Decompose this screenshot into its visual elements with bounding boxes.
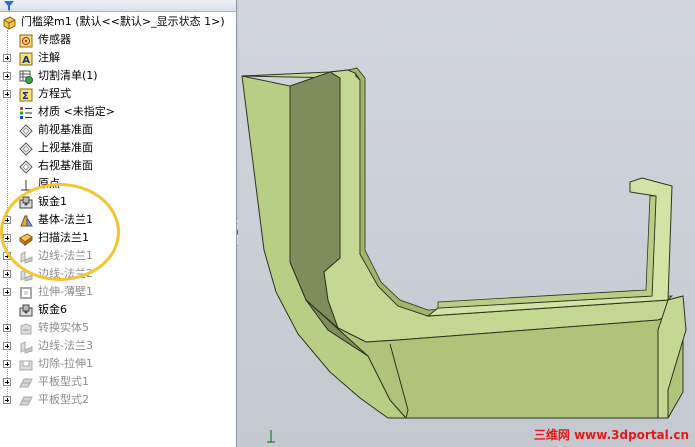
edge-flange-icon — [18, 339, 33, 354]
sensor-icon — [18, 33, 33, 48]
expand-toggle-icon[interactable] — [3, 216, 11, 224]
tree-root-part[interactable]: 门槛梁m1 (默认<<默认>_显示状态 1>) — [0, 13, 236, 31]
tree-item-label: 边线-法兰1 — [38, 249, 93, 262]
origin-icon — [18, 177, 33, 192]
svg-text:A: A — [22, 55, 30, 66]
tree-item-label: 切割清单(1) — [38, 69, 98, 82]
tree-item[interactable]: 平板型式1 — [0, 373, 236, 391]
equation-icon: Σ — [18, 87, 33, 102]
tree-item-label: 拉伸-薄壁1 — [38, 285, 93, 298]
flat-pattern-icon — [18, 393, 33, 408]
expand-toggle-icon[interactable] — [3, 342, 11, 350]
sheet-metal-model[interactable] — [238, 0, 695, 447]
expand-toggle-icon[interactable] — [3, 378, 11, 386]
tree-item-label: 基体-法兰1 — [38, 213, 93, 226]
tree-item[interactable]: 切除-拉伸1 — [0, 355, 236, 373]
expand-toggle-icon[interactable] — [3, 396, 11, 404]
tree-item-label: 切除-拉伸1 — [38, 357, 93, 370]
filter-icon[interactable] — [4, 1, 14, 11]
tree-item-label: 边线-法兰3 — [38, 339, 93, 352]
expand-toggle-icon[interactable] — [3, 72, 11, 80]
base-flange-icon — [18, 213, 33, 228]
tree-item[interactable]: 拉伸-薄壁1 — [0, 283, 236, 301]
feature-manager-tree: 门槛梁m1 (默认<<默认>_显示状态 1>) 传感器 A 注解切割清单(1) Σ 方程… — [0, 0, 237, 447]
tree-item[interactable]: 边线-法兰2 — [0, 265, 236, 283]
expand-toggle-icon[interactable] — [3, 90, 11, 98]
tree-item-label: 平板型式2 — [38, 393, 89, 406]
tree-item-label: 注解 — [38, 51, 60, 64]
tree-item-label: 材质 <未指定> — [38, 105, 115, 118]
cut-list-icon — [18, 69, 33, 84]
tree-item[interactable]: 右视基准面 — [0, 157, 236, 175]
tree-toolbar — [0, 0, 236, 12]
tree-item[interactable]: 扫描法兰1 — [0, 229, 236, 247]
tree-item-label: 转换实体5 — [38, 321, 89, 334]
tree-item[interactable]: 边线-法兰3 — [0, 337, 236, 355]
sheet-metal-icon — [18, 303, 33, 318]
tree-item[interactable]: 钣金1 — [0, 193, 236, 211]
expand-toggle-icon[interactable] — [3, 54, 11, 62]
tree-item[interactable]: 基体-法兰1 — [0, 211, 236, 229]
expand-toggle-icon[interactable] — [3, 324, 11, 332]
extrude-thin-icon — [18, 285, 33, 300]
tree-item-label: 平板型式1 — [38, 375, 89, 388]
tree-item[interactable]: 切割清单(1) — [0, 67, 236, 85]
sheet-metal-icon — [18, 195, 33, 210]
swept-flange-icon — [18, 231, 33, 246]
tree-item-label: 钣金6 — [38, 303, 67, 316]
tree-list: 门槛梁m1 (默认<<默认>_显示状态 1>) 传感器 A 注解切割清单(1) Σ 方程… — [0, 13, 236, 409]
tree-item[interactable]: 原点 — [0, 175, 236, 193]
tree-item-label: 右视基准面 — [38, 159, 93, 172]
expand-toggle-icon[interactable] — [3, 360, 11, 368]
tree-item[interactable]: 钣金6 — [0, 301, 236, 319]
graphics-viewport[interactable]: 三维网 www.3dportal.cn — [238, 0, 695, 447]
edge-flange-icon — [18, 249, 33, 264]
plane-icon — [18, 141, 33, 156]
expand-toggle-icon[interactable] — [3, 270, 11, 278]
part-icon — [2, 15, 17, 30]
convert-entities-icon — [18, 321, 33, 336]
expand-toggle-icon[interactable] — [3, 234, 11, 242]
tree-item[interactable]: A 注解 — [0, 49, 236, 67]
tree-item-label: 传感器 — [38, 33, 71, 46]
tree-item[interactable]: 转换实体5 — [0, 319, 236, 337]
tree-item[interactable]: 边线-法兰1 — [0, 247, 236, 265]
axis-triad-icon — [267, 430, 275, 443]
svg-text:Σ: Σ — [22, 91, 29, 102]
edge-flange-icon — [18, 267, 33, 282]
tree-item[interactable]: 平板型式2 — [0, 391, 236, 409]
plane-icon — [18, 159, 33, 174]
tree-item-label: 边线-法兰2 — [38, 267, 93, 280]
tree-item-label: 上视基准面 — [38, 141, 93, 154]
cut-extrude-icon — [18, 357, 33, 372]
watermark: 三维网 www.3dportal.cn — [533, 428, 689, 442]
tree-item[interactable]: 传感器 — [0, 31, 236, 49]
tree-item-label: 原点 — [38, 177, 60, 190]
tree-item[interactable]: 前视基准面 — [0, 121, 236, 139]
tree-item-label: 钣金1 — [38, 195, 67, 208]
tree-item-label: 扫描法兰1 — [38, 231, 89, 244]
tree-item[interactable]: Σ 方程式 — [0, 85, 236, 103]
tree-item-label: 方程式 — [38, 87, 71, 100]
material-icon — [18, 105, 33, 120]
plane-icon — [18, 123, 33, 138]
annotation-icon: A — [18, 51, 33, 66]
part-name: 门槛梁m1 (默认<<默认>_显示状态 1>) — [21, 15, 225, 28]
tree-item[interactable]: 材质 <未指定> — [0, 103, 236, 121]
tree-item[interactable]: 上视基准面 — [0, 139, 236, 157]
flat-pattern-icon — [18, 375, 33, 390]
tree-item-label: 前视基准面 — [38, 123, 93, 136]
expand-toggle-icon[interactable] — [3, 252, 11, 260]
expand-toggle-icon[interactable] — [3, 288, 11, 296]
